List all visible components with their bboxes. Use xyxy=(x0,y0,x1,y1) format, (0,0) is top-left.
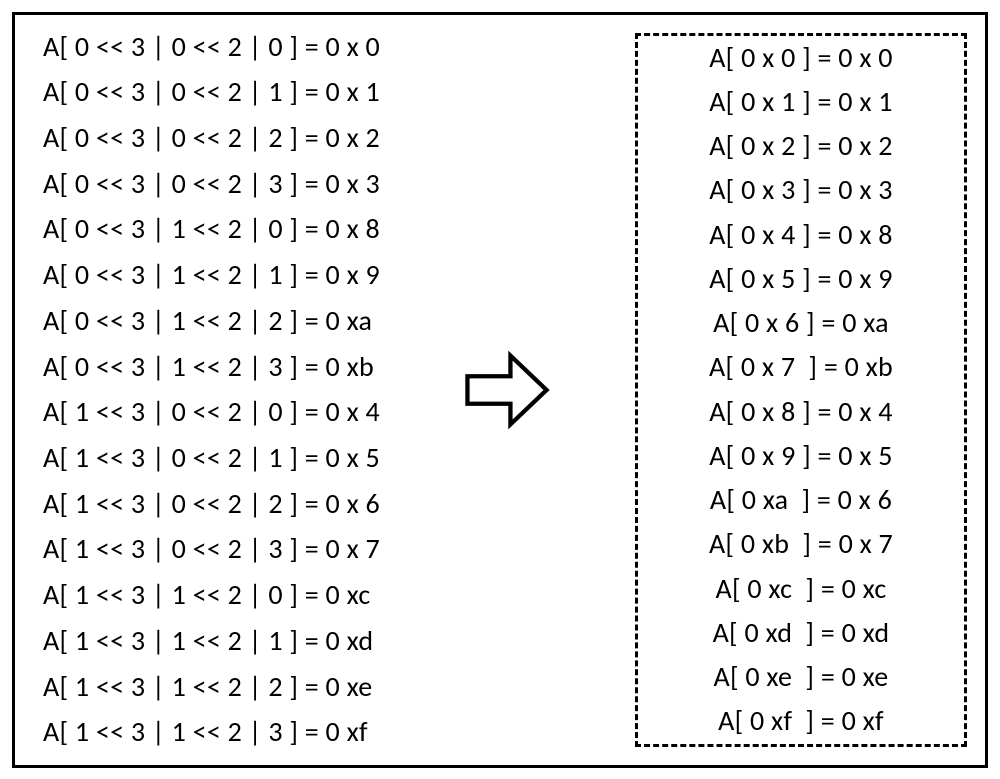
list-item: A[ 0 xb ] = 0 x 7 xyxy=(638,530,964,558)
right-column: A[ 0 x 0 ] = 0 x 0 A[ 0 x 1 ] = 0 x 1 A[… xyxy=(638,44,964,736)
list-item: A[ 1 << 3 | 1 << 2 | 0 ] = 0 xc xyxy=(43,581,380,609)
list-item: A[ 1 << 3 | 0 << 2 | 1 ] = 0 x 5 xyxy=(43,444,380,472)
list-item: A[ 0 << 3 | 1 << 2 | 2 ] = 0 xa xyxy=(43,307,380,335)
list-item: A[ 0 xc ] = 0 xc xyxy=(638,575,964,603)
list-item: A[ 1 << 3 | 0 << 2 | 3 ] = 0 x 7 xyxy=(43,535,380,563)
right-box: A[ 0 x 0 ] = 0 x 0 A[ 0 x 1 ] = 0 x 1 A[… xyxy=(635,33,967,747)
list-item: A[ 0 xd ] = 0 xd xyxy=(638,619,964,647)
diagram-frame: A[ 0 << 3 | 0 << 2 | 0 ] = 0 x 0 A[ 0 <<… xyxy=(12,12,988,768)
list-item: A[ 1 << 3 | 1 << 2 | 1 ] = 0 xd xyxy=(43,627,380,655)
list-item: A[ 0 xa ] = 0 x 6 xyxy=(638,486,964,514)
list-item: A[ 0 x 9 ] = 0 x 5 xyxy=(638,442,964,470)
list-item: A[ 0 x 1 ] = 0 x 1 xyxy=(638,88,964,116)
list-item: A[ 1 << 3 | 0 << 2 | 2 ] = 0 x 6 xyxy=(43,490,380,518)
list-item: A[ 0 << 3 | 0 << 2 | 3 ] = 0 x 3 xyxy=(43,170,380,198)
list-item: A[ 0 << 3 | 0 << 2 | 1 ] = 0 x 1 xyxy=(43,78,380,106)
list-item: A[ 0 x 7 ] = 0 xb xyxy=(638,353,964,381)
list-item: A[ 0 << 3 | 0 << 2 | 2 ] = 0 x 2 xyxy=(43,124,380,152)
list-item: A[ 0 << 3 | 0 << 2 | 0 ] = 0 x 0 xyxy=(43,33,380,61)
arrow-icon xyxy=(462,345,552,435)
list-item: A[ 0 xe ] = 0 xe xyxy=(638,663,964,691)
list-item: A[ 0 x 0 ] = 0 x 0 xyxy=(638,44,964,72)
list-item: A[ 0 << 3 | 1 << 2 | 3 ] = 0 xb xyxy=(43,353,380,381)
list-item: A[ 1 << 3 | 1 << 2 | 3 ] = 0 xf xyxy=(43,718,380,746)
list-item: A[ 0 x 5 ] = 0 x 9 xyxy=(638,265,964,293)
list-item: A[ 0 xf ] = 0 xf xyxy=(638,707,964,735)
list-item: A[ 0 x 4 ] = 0 x 8 xyxy=(638,221,964,249)
list-item: A[ 0 << 3 | 1 << 2 | 0 ] = 0 x 8 xyxy=(43,215,380,243)
list-item: A[ 1 << 3 | 0 << 2 | 0 ] = 0 x 4 xyxy=(43,398,380,426)
list-item: A[ 0 x 2 ] = 0 x 2 xyxy=(638,132,964,160)
left-column: A[ 0 << 3 | 0 << 2 | 0 ] = 0 x 0 A[ 0 <<… xyxy=(43,33,380,747)
list-item: A[ 0 x 3 ] = 0 x 3 xyxy=(638,176,964,204)
list-item: A[ 0 << 3 | 1 << 2 | 1 ] = 0 x 9 xyxy=(43,261,380,289)
list-item: A[ 0 x 6 ] = 0 xa xyxy=(638,309,964,337)
list-item: A[ 1 << 3 | 1 << 2 | 2 ] = 0 xe xyxy=(43,673,380,701)
list-item: A[ 0 x 8 ] = 0 x 4 xyxy=(638,398,964,426)
